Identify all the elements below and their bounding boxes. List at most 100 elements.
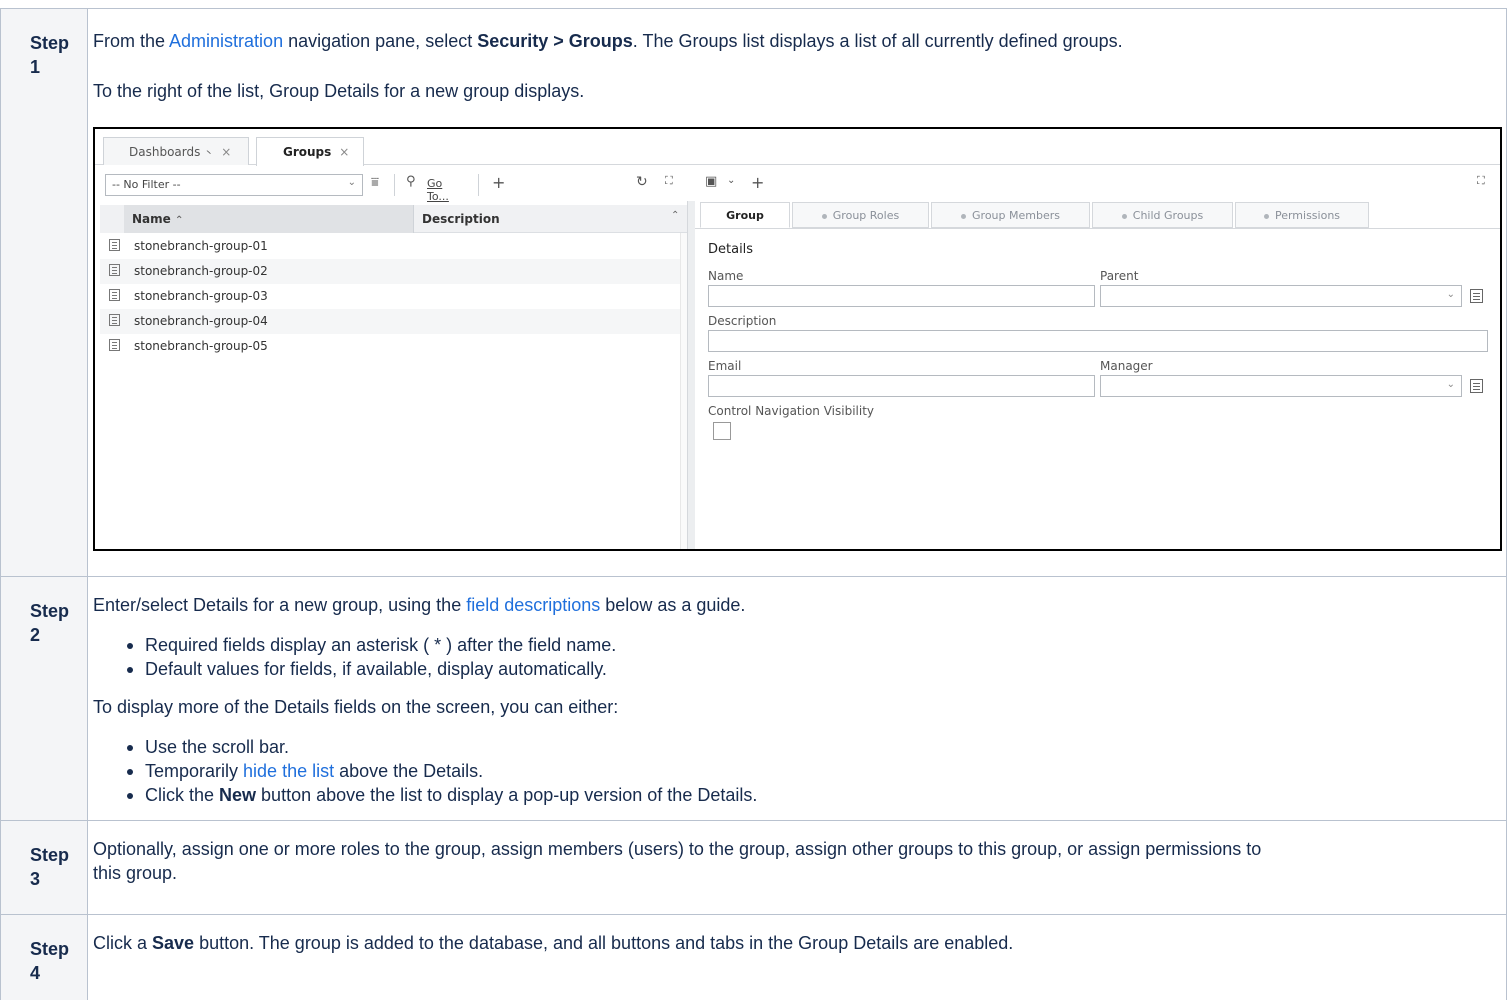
dot-icon [1263, 213, 1269, 219]
list-icon [109, 264, 120, 276]
step-label: Step 1 [30, 33, 70, 77]
parent-lookup-icon[interactable] [1470, 289, 1483, 303]
email-field[interactable] [708, 375, 1095, 397]
tab-group-members[interactable]: Group Members [931, 202, 1090, 228]
step-row-2: Step 2 Enter/select Details for a new gr… [0, 576, 1507, 820]
text: button. The group is added to the databa… [194, 933, 1014, 953]
tab-group[interactable]: Group [700, 202, 790, 228]
control-navigation-visibility-label: Control Navigation Visibility [708, 404, 875, 418]
list-item: Default values for fields, if available,… [123, 657, 616, 681]
filter-icon[interactable]: ⩸ [371, 175, 379, 190]
details-section-title: Details [708, 242, 754, 257]
tab-dashboards[interactable]: Dashboards ⼂ × [103, 137, 249, 165]
text: . The Groups list displays a list of all… [632, 31, 1123, 51]
goto-button[interactable]: Go To... [427, 177, 449, 203]
column-description[interactable]: Description [413, 205, 508, 233]
divider [478, 174, 479, 196]
manager-label: Manager [1100, 359, 1153, 373]
bullet-list: Use the scroll bar. Temporarily hide the… [123, 735, 757, 807]
list-header: Name ⌃ Description ⌃ [100, 205, 687, 233]
step-3-line-1: Optionally, assign one or more roles to … [93, 839, 1262, 859]
step-3-line-2: this group. [93, 863, 178, 883]
chevron-up-icon[interactable]: ⌃ [671, 210, 679, 221]
description-field[interactable] [708, 330, 1488, 352]
name-field[interactable] [708, 285, 1095, 307]
pin-icon: ⼂ [204, 149, 214, 159]
step-label-cell: Step 1 [0, 9, 88, 576]
list-item[interactable]: stonebranch-group-05 [100, 334, 687, 359]
dot-icon [1121, 213, 1127, 219]
close-icon[interactable]: × [339, 145, 349, 159]
list-icon [109, 339, 120, 351]
filter-select[interactable]: -- No Filter -- ⌄ [105, 174, 363, 196]
list-scrollbar[interactable] [680, 233, 687, 549]
hide-the-list-link[interactable]: hide the list [243, 761, 334, 781]
save-icon[interactable]: ▣ [705, 174, 717, 189]
tab-label: Dashboards [129, 145, 201, 159]
list-item[interactable]: stonebranch-group-01 [100, 234, 687, 259]
list-item: Required fields display an asterisk ( * … [123, 633, 616, 657]
step-1-line-1: From the Administration navigation pane,… [93, 29, 1123, 53]
text: Click a [93, 933, 153, 953]
tab-group-roles[interactable]: Group Roles [792, 202, 929, 228]
parent-label: Parent [1100, 269, 1139, 283]
group-name: stonebranch-group-05 [134, 339, 268, 353]
step-1-line-2: To the right of the list, Group Details … [93, 81, 585, 101]
details-pane: Details Name Parent ⌄ Description Email … [695, 228, 1500, 549]
parent-select[interactable]: ⌄ [1100, 285, 1462, 307]
control-navigation-visibility-checkbox[interactable] [713, 422, 731, 440]
plus-icon[interactable]: + [751, 173, 764, 192]
pane-splitter[interactable] [687, 201, 695, 549]
description-label: Description [708, 314, 777, 328]
list-item: Click the New button above the list to d… [123, 783, 757, 807]
step-content: Enter/select Details for a new group, us… [93, 577, 1507, 820]
column-name[interactable]: Name ⌃ [100, 205, 413, 233]
group-name: stonebranch-group-02 [134, 264, 268, 278]
expand-icon[interactable]: ⛶ [1477, 174, 1485, 188]
close-icon[interactable]: × [221, 145, 231, 159]
sort-icon: ⌃ [174, 215, 184, 226]
text: navigation pane, select [283, 31, 478, 51]
tab-permissions[interactable]: Permissions [1235, 202, 1369, 228]
text: Temporarily [145, 761, 244, 781]
dot-icon [961, 213, 967, 219]
filter-value: -- No Filter -- [112, 178, 181, 191]
step-2-intro: Enter/select Details for a new group, us… [93, 593, 745, 617]
search-icon[interactable]: ⚲ [406, 174, 416, 189]
list-item[interactable]: stonebranch-group-02 [100, 259, 687, 284]
step-content: Click a Save button. The group is added … [93, 915, 1507, 1000]
chevron-down-icon: ⌄ [1446, 289, 1455, 300]
bold-text: New [219, 785, 257, 805]
text: Click the [145, 785, 220, 805]
name-label: Name [708, 269, 744, 283]
bullet-list: Required fields display an asterisk ( * … [123, 633, 616, 681]
tab-label: Groups [283, 145, 332, 159]
chevron-down-icon[interactable]: ⌄ [727, 175, 735, 186]
column-label: Name [132, 212, 171, 226]
administration-link[interactable]: Administration [169, 31, 283, 51]
text: below as a guide. [600, 595, 746, 615]
bold-text: Security > Groups [477, 31, 633, 51]
text: button above the list to display a pop-u… [256, 785, 758, 805]
email-label: Email [708, 359, 742, 373]
list-item: Temporarily hide the list above the Deta… [123, 759, 757, 783]
manager-lookup-icon[interactable] [1470, 379, 1483, 393]
manager-select[interactable]: ⌄ [1100, 375, 1462, 397]
list-item[interactable]: stonebranch-group-04 [100, 309, 687, 334]
list-icon [109, 314, 120, 326]
refresh-icon[interactable]: ↻ [636, 174, 648, 190]
step-row-3: Step 3 Optionally, assign one or more ro… [0, 820, 1507, 914]
field-descriptions-link[interactable]: field descriptions [466, 595, 600, 615]
tab-groups[interactable]: Groups × [256, 137, 364, 166]
plus-icon[interactable]: + [492, 173, 505, 192]
list-item[interactable]: stonebranch-group-03 [100, 284, 687, 309]
step-4-line: Click a Save button. The group is added … [93, 931, 1013, 955]
tab-label: Child Groups [1132, 209, 1204, 222]
group-name: stonebranch-group-03 [134, 289, 268, 303]
step-content: Optionally, assign one or more roles to … [93, 821, 1507, 914]
divider [394, 174, 395, 196]
tab-child-groups[interactable]: Child Groups [1092, 202, 1233, 228]
group-name: stonebranch-group-01 [134, 239, 268, 253]
list-icon [109, 239, 120, 251]
expand-icon[interactable]: ⛶ [665, 174, 673, 188]
